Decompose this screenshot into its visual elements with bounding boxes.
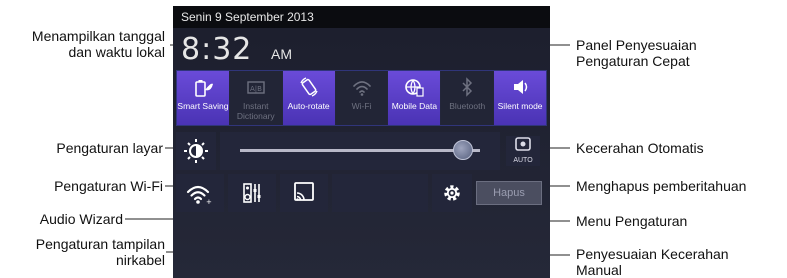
svg-text:A|B: A|B [250,85,262,93]
clock-time: 8:32 [181,32,253,67]
notification-panel: Senin 9 September 2013 8:32 AM Smart Sav… [173,6,550,278]
gear-icon [444,185,460,201]
quick-toggle-label: Silent mode [497,101,543,111]
callout-wireless-display-line1: Pengaturan tampilan [35,236,165,252]
callout-clear-notifications: Menghapus pemberitahuan [576,178,747,194]
brightness-track [240,149,480,152]
quick-toggle-label: Bluetooth [449,101,486,111]
screen-settings-button[interactable] [176,132,216,170]
audio-wizard-icon [243,183,261,203]
callout-date-time-line2: dan waktu lokal [68,44,165,60]
quick-toggle-label: Mobile Data [391,101,438,111]
brightness-row: AUTO [176,132,547,170]
callout-screen-settings: Pengaturan layar [56,140,163,156]
bluetooth-icon [462,77,473,97]
settings-menu-button[interactable] [432,174,472,212]
wifi-icon [352,81,371,96]
callout-audio-wizard: Audio Wizard [39,211,123,227]
callout-wireless-display-line2: nirkabel [115,252,165,268]
quick-toggle-mobile-data[interactable]: Mobile Data [388,71,442,125]
rotate-icon [299,77,318,97]
toolbar-spacer [332,174,428,212]
wireless-display-icon [294,182,314,201]
svg-text:+: + [206,198,212,206]
wifi-settings-icon: + [186,185,212,206]
dictionary-icon: A|B [247,81,265,94]
quick-toggle-wi-fi[interactable]: Wi-Fi [335,71,389,125]
status-bar: Senin 9 September 2013 [173,6,550,28]
callout-wifi-settings: Pengaturan Wi-Fi [54,178,163,194]
callout-wireless-display: Pengaturan tampilan nirkabel [36,236,165,268]
clock-ampm: AM [271,46,292,62]
callout-settings-menu: Menu Pengaturan [576,213,688,229]
globe-data-icon [405,79,424,97]
callout-date-time: Menampilkan tanggal dan waktu lokal [32,28,165,60]
battery-leaf-icon [195,80,213,97]
callout-manual-brightness-line1: Penyesuaian Kecerahan [576,246,729,262]
callout-manual-brightness: Penyesuaian Kecerahan Manual [576,246,729,278]
callout-auto-brightness: Kecerahan Otomatis [576,140,704,156]
quick-toggle-label: Smart Saving [177,101,229,111]
auto-brightness-icon [515,137,531,151]
quick-toggle-instant-dictionary[interactable]: A|B Instant Dictionary [229,71,283,125]
quick-toggle-smart-saving[interactable]: Smart Saving [177,71,230,125]
callout-date-time-line1: Menampilkan tanggal [31,28,165,44]
wifi-settings-button[interactable]: + [176,174,224,212]
brightness-icon [184,139,208,163]
quick-settings-panel: Smart Saving A|B Instant Dictionary Auto-ro… [176,70,547,126]
bottom-toolbar: + Hapus [176,174,547,212]
quick-toggle-label: Auto-rotate [287,101,330,111]
callout-quick-panel-line1: Panel Penyesuaian [576,37,697,53]
brightness-thumb[interactable] [453,140,474,160]
audio-wizard-button[interactable] [228,174,276,212]
brightness-slider[interactable] [220,132,500,170]
wireless-display-button[interactable] [280,174,328,212]
quick-toggle-bluetooth[interactable]: Bluetooth [441,71,495,125]
clock-row: 8:32 AM [173,28,550,70]
callout-quick-panel: Panel Penyesuaian Pengaturan Cepat [576,37,697,69]
callout-manual-brightness-line2: Manual [576,262,622,278]
status-date: Senin 9 September 2013 [181,10,314,24]
auto-brightness-label: AUTO [513,157,533,164]
callout-quick-panel-line2: Pengaturan Cepat [576,53,690,69]
quick-toggle-label: Wi-Fi [351,101,372,111]
clear-notifications-button[interactable]: Hapus [476,181,542,205]
quick-toggle-auto-rotate[interactable]: Auto-rotate [282,71,336,125]
quick-toggle-silent-mode[interactable]: Silent mode [494,71,547,125]
speaker-icon [514,80,528,94]
auto-brightness-button[interactable]: AUTO [506,136,540,166]
quick-toggle-label: Instant Dictionary [236,101,275,121]
